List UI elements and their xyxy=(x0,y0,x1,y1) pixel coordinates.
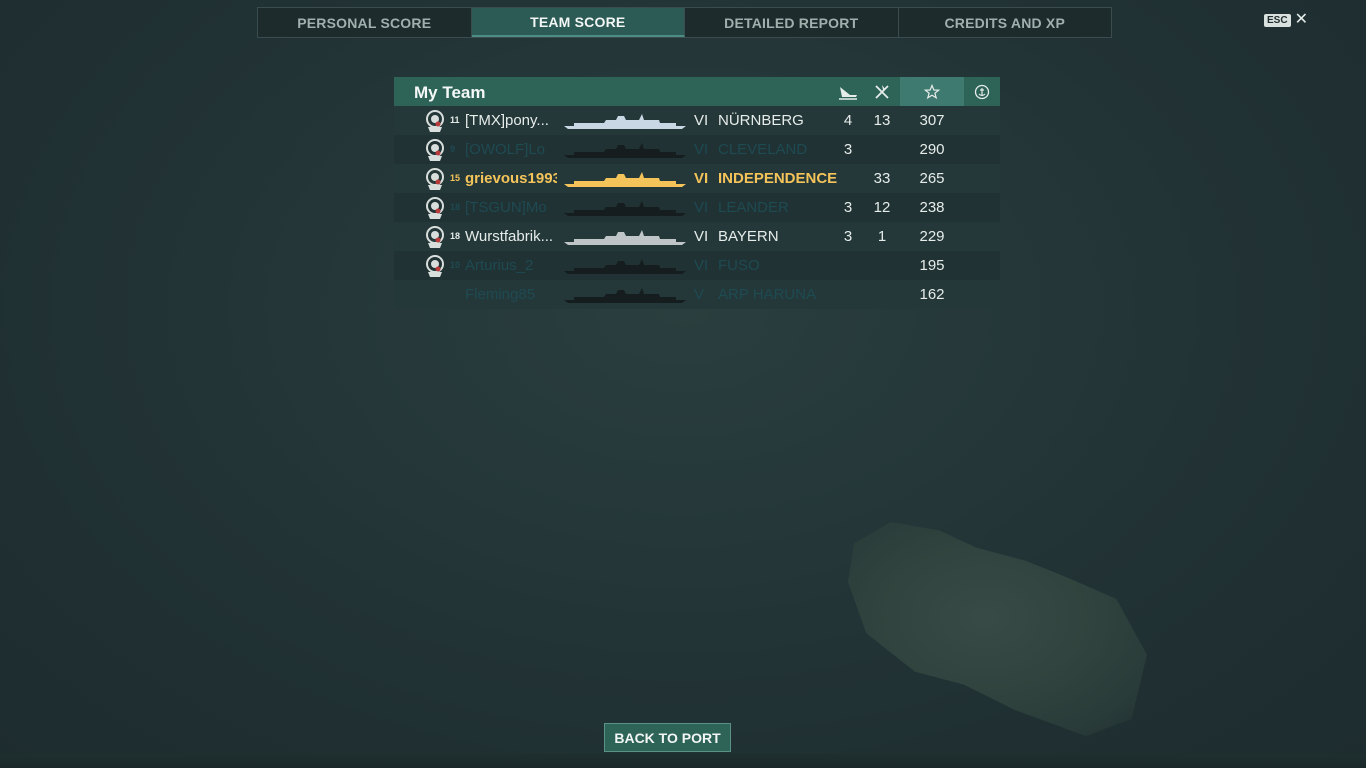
map-island-background xyxy=(848,522,1147,736)
base-xp-score: 265 xyxy=(919,170,945,187)
player-name[interactable]: Fleming85 xyxy=(465,286,557,303)
team-row[interactable]: 9 [OWOLF]Lo VI CLEVELAND 3 290 xyxy=(394,135,1000,164)
planes-destroyed: 1 xyxy=(877,228,887,245)
tab-bar: PERSONAL SCORE TEAM SCORE DETAILED REPOR… xyxy=(257,7,1112,38)
team-row[interactable]: 18 [TSGUN]Mo VI LEANDER 3 12 238 xyxy=(394,193,1000,222)
base-xp-score: 162 xyxy=(919,286,945,303)
team-rows: 11 [TMX]pony... VI NÜRNBERG 4 13 307 9 [OWOLF]Lo… xyxy=(394,106,1000,309)
rank-number: 15 xyxy=(450,173,461,183)
close-icon: ✕ xyxy=(1294,11,1308,28)
team-row[interactable]: 18 Wurstfabrik... VI BAYERN 3 1 229 xyxy=(394,222,1000,251)
team-row[interactable]: 15 grievous1993 VI INDEPENDENCE 33 265 xyxy=(394,164,1000,193)
ship-name: NÜRNBERG xyxy=(718,112,804,129)
anchor-icon[interactable] xyxy=(968,77,996,106)
ship-tier: VI xyxy=(694,257,709,274)
ship-name: INDEPENDENCE xyxy=(718,170,838,187)
back-to-port-button[interactable]: BACK TO PORT xyxy=(604,723,731,752)
esc-key-label: ESC xyxy=(1264,13,1291,27)
player-name[interactable]: [TMX]pony... xyxy=(465,112,557,129)
rank-insignia-icon xyxy=(426,139,444,161)
ships-destroyed: 3 xyxy=(843,141,853,158)
rank-insignia-icon xyxy=(426,197,444,219)
ship-silhouette-icon xyxy=(564,259,686,274)
ships-destroyed: 3 xyxy=(843,228,853,245)
rank-insignia-icon xyxy=(426,110,444,132)
tab-detailed-report[interactable]: DETAILED REPORT xyxy=(685,8,899,37)
team-row[interactable]: 10 Arturius_2 VI FUSO 195 xyxy=(394,251,1000,280)
ship-silhouette-icon xyxy=(564,288,686,303)
player-name[interactable]: Arturius_2 xyxy=(465,257,557,274)
base-xp-score: 307 xyxy=(919,112,945,129)
ship-sunk-icon xyxy=(834,77,862,106)
team-header: My Team xyxy=(394,77,1000,106)
team-row[interactable]: Fleming85 V ARP HARUNA 162 xyxy=(394,280,1000,309)
ship-name: FUSO xyxy=(718,257,760,274)
rank-insignia-icon xyxy=(426,255,444,277)
ships-destroyed: 4 xyxy=(843,112,853,129)
base-xp-score: 290 xyxy=(919,141,945,158)
rank-number: 18 xyxy=(450,231,461,241)
team-title: My Team xyxy=(414,83,486,102)
rank-number: 10 xyxy=(450,260,461,270)
ships-destroyed: 3 xyxy=(843,199,853,216)
base-xp-score: 195 xyxy=(919,257,945,274)
ship-name: CLEVELAND xyxy=(718,141,808,158)
ship-tier: VI xyxy=(694,228,709,245)
close-button[interactable]: ESC ✕ xyxy=(1264,11,1308,28)
rank-insignia-icon xyxy=(426,168,444,190)
base-xp-score: 229 xyxy=(919,228,945,245)
ship-tier: VI xyxy=(694,141,709,158)
ship-name: ARP HARUNA xyxy=(718,286,817,303)
tab-personal-score[interactable]: PERSONAL SCORE xyxy=(258,8,472,37)
ship-tier: VI xyxy=(694,112,709,129)
rank-insignia-icon xyxy=(426,226,444,248)
team-score-panel: My Team 11[TMX]pony...VINÜRNBERG413 xyxy=(394,77,1000,309)
planes-destroyed: 33 xyxy=(873,170,891,187)
star-icon[interactable] xyxy=(900,77,964,106)
base-xp-score: 238 xyxy=(919,199,945,216)
plane-shot-down-icon xyxy=(868,77,896,106)
ship-name: BAYERN xyxy=(718,228,779,245)
player-name[interactable]: [TSGUN]Mo xyxy=(465,199,557,216)
ship-tier: VI xyxy=(694,199,709,216)
ship-silhouette-icon xyxy=(564,230,686,245)
planes-destroyed: 13 xyxy=(873,112,891,129)
ship-name: LEANDER xyxy=(718,199,789,216)
ship-tier: V xyxy=(694,286,705,303)
player-name[interactable]: [OWOLF]Lo xyxy=(465,141,557,158)
rank-number: 9 xyxy=(450,144,456,154)
ship-silhouette-icon xyxy=(564,172,686,187)
planes-destroyed: 12 xyxy=(873,199,891,216)
player-name[interactable]: grievous1993 xyxy=(465,170,557,187)
tab-credits-and-xp[interactable]: CREDITS AND XP xyxy=(899,8,1112,37)
ship-tier: VI xyxy=(694,170,709,187)
ship-silhouette-icon xyxy=(564,143,686,158)
rank-number: 18 xyxy=(450,202,461,212)
team-row[interactable]: 11 [TMX]pony... VI NÜRNBERG 4 13 307 xyxy=(394,106,1000,135)
tab-team-score[interactable]: TEAM SCORE xyxy=(471,8,685,37)
ship-silhouette-icon xyxy=(564,114,686,129)
bottom-strip xyxy=(0,754,1366,768)
player-name[interactable]: Wurstfabrik... xyxy=(465,228,557,245)
rank-number: 11 xyxy=(450,115,460,125)
ship-silhouette-icon xyxy=(564,201,686,216)
